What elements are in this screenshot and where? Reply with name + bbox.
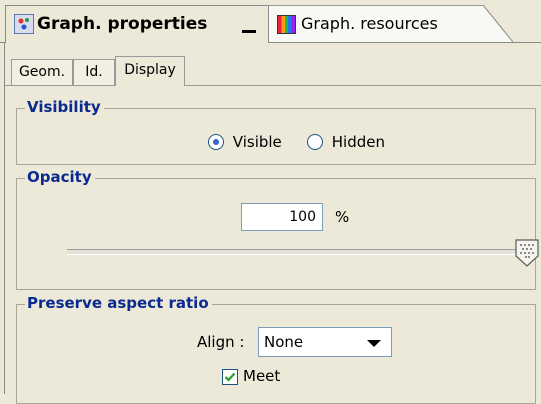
tab-graph-resources[interactable]: Graph. resources <box>268 5 513 42</box>
visible-label: Visible <box>232 132 282 151</box>
display-tab-content: Visibility Visible Hidden Opacity 100 % <box>8 86 541 404</box>
tab-geom-label: Geom. <box>18 64 66 80</box>
opacity-group: Opacity 100 % <box>16 168 539 290</box>
meet-label: Meet <box>243 367 281 385</box>
preserve-aspect-ratio-group: Preserve aspect ratio Align : None Meet <box>16 294 536 404</box>
tab-geom[interactable]: Geom. <box>11 59 73 85</box>
visible-radio[interactable] <box>208 133 224 150</box>
tab-display-label: Display <box>124 62 176 78</box>
graph-properties-icon <box>14 14 34 34</box>
opacity-title: Opacity <box>25 168 95 186</box>
hidden-radio[interactable] <box>307 133 323 150</box>
tab-id-label: Id. <box>85 64 103 80</box>
tab-label: Graph. resources <box>301 14 438 33</box>
align-select-value: None <box>264 333 304 351</box>
meet-checkbox[interactable] <box>222 369 238 385</box>
tab-graph-properties[interactable]: Graph. properties <box>5 5 269 43</box>
sub-tab-strip: Geom. Id. Display <box>5 43 541 86</box>
preserve-aspect-ratio-title: Preserve aspect ratio <box>25 294 212 312</box>
opacity-slider-thumb[interactable] <box>514 239 540 267</box>
align-label: Align : <box>197 333 245 351</box>
tab-label: Graph. properties <box>37 14 208 34</box>
visibility-title: Visibility <box>25 98 104 116</box>
hidden-option[interactable]: Hidden <box>307 132 385 151</box>
visibility-group: Visibility Visible Hidden <box>16 98 536 165</box>
hidden-label: Hidden <box>331 132 386 151</box>
align-select[interactable]: None <box>258 327 392 357</box>
tab-display[interactable]: Display <box>115 56 185 86</box>
graph-resources-icon <box>277 15 296 34</box>
opacity-slider-track[interactable] <box>67 249 527 255</box>
visible-option[interactable]: Visible <box>208 132 282 151</box>
properties-panel: Geom. Id. Display Visibility Visible Hid… <box>4 43 541 404</box>
opacity-input[interactable]: 100 <box>241 203 323 231</box>
chevron-down-icon[interactable] <box>367 340 381 347</box>
minimize-icon[interactable] <box>242 30 256 33</box>
checkmark-icon <box>224 372 236 382</box>
opacity-unit: % <box>335 208 350 226</box>
tab-id[interactable]: Id. <box>73 59 115 85</box>
